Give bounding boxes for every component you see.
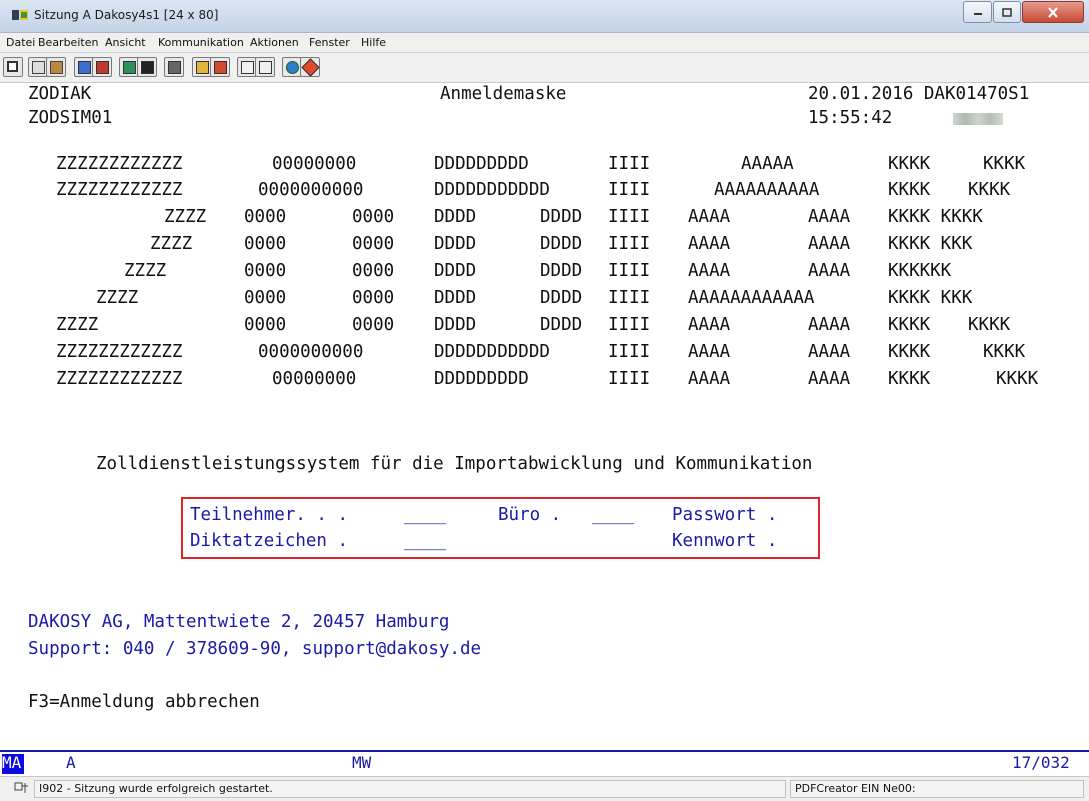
terminal-screen[interactable]: ZODIAK Anmeldemaske 20.01.2016 DAK01470S… bbox=[0, 83, 1089, 750]
globe-button[interactable] bbox=[282, 57, 302, 77]
graph-up-icon bbox=[241, 61, 254, 74]
diktatzeichen-input[interactable]: ____ bbox=[404, 530, 446, 552]
menu-bearbeiten[interactable]: Bearbeiten bbox=[38, 36, 98, 49]
help-button[interactable] bbox=[300, 57, 320, 77]
transfer-upload-button[interactable] bbox=[192, 57, 212, 77]
status-message: I902 - Sitzung wurde erfolgreich gestart… bbox=[39, 782, 273, 795]
company-address: DAKOSY AG, Mattentwiete 2, 20457 Hamburg bbox=[28, 612, 450, 632]
paste-icon bbox=[50, 61, 63, 74]
support-info: Support: 040 / 378609-90, support@dakosy… bbox=[28, 639, 482, 659]
logo-row: ZZZZZZZZZZZZ 0000000000 DDDDDDDDDDD IIII… bbox=[56, 342, 1026, 362]
program-id: ZODSIM01 bbox=[28, 108, 113, 128]
minimize-button[interactable] bbox=[963, 1, 992, 23]
mw-indicator: MW bbox=[352, 753, 372, 772]
close-button[interactable] bbox=[1022, 1, 1084, 23]
logo-row: ZZZZZZZZZZZZ 00000000 DDDDDDDDD IIII AAA… bbox=[56, 369, 1039, 389]
logo-row: ZZZZZZZZZZZZ 00000000 DDDDDDDDD IIII AAA… bbox=[56, 154, 1026, 174]
copy-button[interactable] bbox=[28, 57, 48, 77]
redacted-user bbox=[953, 113, 1003, 125]
buero-input[interactable]: ____ bbox=[592, 504, 634, 526]
f3-hint: F3=Anmeldung abbrechen bbox=[28, 692, 260, 712]
toolbar bbox=[0, 53, 1089, 83]
globe-icon bbox=[286, 61, 299, 74]
time: 15:55:42 bbox=[808, 108, 893, 128]
send-button[interactable] bbox=[74, 57, 94, 77]
maximize-button[interactable] bbox=[993, 1, 1021, 23]
window-title: Sitzung A Dakosy4s1 [24 x 80] bbox=[34, 8, 219, 22]
minimize-icon bbox=[973, 13, 982, 15]
menu-ansicht[interactable]: Ansicht bbox=[105, 36, 146, 49]
graph-down-icon bbox=[259, 61, 272, 74]
macro-play-icon bbox=[141, 61, 154, 74]
printer-panel: PDFCreator EIN Ne00: bbox=[790, 780, 1084, 798]
buero-label: Büro . bbox=[498, 505, 562, 525]
menu-datei[interactable]: Datei bbox=[6, 36, 35, 49]
window-title-bar[interactable]: Sitzung A Dakosy4s1 [24 x 80] bbox=[0, 0, 1089, 33]
logo-row: ZZZZ 0000 0000 DDDD DDDD IIII AAAA AAAA … bbox=[150, 234, 973, 254]
close-icon bbox=[1048, 6, 1058, 18]
system-subtitle: Zolldienstleistungssystem für die Import… bbox=[96, 454, 813, 474]
display-icon bbox=[7, 61, 18, 72]
transfer-download-button[interactable] bbox=[210, 57, 230, 77]
menu-kommunikation[interactable]: Kommunikation bbox=[158, 36, 244, 49]
macro-play-button[interactable] bbox=[137, 57, 157, 77]
menu-hilfe[interactable]: Hilfe bbox=[361, 36, 386, 49]
system-name: ZODIAK bbox=[28, 84, 92, 104]
passwort-label: Passwort . bbox=[672, 505, 778, 525]
keyboard-icon bbox=[168, 61, 181, 74]
menu-aktionen[interactable]: Aktionen bbox=[250, 36, 299, 49]
receive-button[interactable] bbox=[92, 57, 112, 77]
a-indicator: A bbox=[66, 753, 76, 772]
status-message-panel: I902 - Sitzung wurde erfolgreich gestart… bbox=[34, 780, 786, 798]
macro-record-button[interactable] bbox=[119, 57, 139, 77]
send-icon bbox=[78, 61, 91, 74]
teilnehmer-input[interactable]: ____ bbox=[404, 504, 446, 526]
logo-row: ZZZZ 0000 0000 DDDD DDDD IIII AAAAAAAAAA… bbox=[96, 288, 973, 308]
graph-down-button[interactable] bbox=[255, 57, 275, 77]
logo-row: ZZZZ 0000 0000 DDDD DDDD IIII AAAA AAAA … bbox=[124, 261, 952, 281]
copy-icon bbox=[32, 61, 45, 74]
cursor-position: 17/032 bbox=[1012, 753, 1070, 772]
kennwort-label: Kennwort . bbox=[672, 531, 778, 551]
date-id: 20.01.2016 DAK01470S1 bbox=[808, 84, 1030, 104]
app-icon bbox=[12, 10, 28, 20]
logo-row: ZZZZZZZZZZZZ 0000000000 DDDDDDDDDDD IIII… bbox=[56, 180, 1011, 200]
transfer-upload-icon bbox=[196, 61, 209, 74]
ma-indicator: MA bbox=[2, 753, 22, 772]
graph-up-button[interactable] bbox=[237, 57, 257, 77]
connection-icon bbox=[14, 782, 28, 793]
keyboard-button[interactable] bbox=[164, 57, 184, 77]
status-bar: I902 - Sitzung wurde erfolgreich gestart… bbox=[0, 776, 1089, 801]
transfer-download-icon bbox=[214, 61, 227, 74]
paste-button[interactable] bbox=[46, 57, 66, 77]
printer-status: PDFCreator EIN Ne00: bbox=[795, 782, 916, 795]
teilnehmer-label: Teilnehmer. . . bbox=[190, 505, 349, 525]
menu-bar: Datei Bearbeiten Ansicht Kommunikation A… bbox=[0, 33, 1089, 53]
help-icon bbox=[301, 58, 320, 77]
screen-title: Anmeldemaske bbox=[440, 84, 567, 104]
operator-info-area: MA A MW 17/032 bbox=[0, 750, 1089, 776]
display-button[interactable] bbox=[3, 57, 23, 77]
logo-row: ZZZZ 0000 0000 DDDD DDDD IIII AAAA AAAA … bbox=[56, 315, 1011, 335]
receive-icon bbox=[96, 61, 109, 74]
logo-row: ZZZZ 0000 0000 DDDD DDDD IIII AAAA AAAA … bbox=[164, 207, 983, 227]
menu-fenster[interactable]: Fenster bbox=[309, 36, 350, 49]
maximize-icon bbox=[1002, 7, 1012, 17]
diktatzeichen-label: Diktatzeichen . bbox=[190, 531, 349, 551]
macro-record-icon bbox=[123, 61, 136, 74]
